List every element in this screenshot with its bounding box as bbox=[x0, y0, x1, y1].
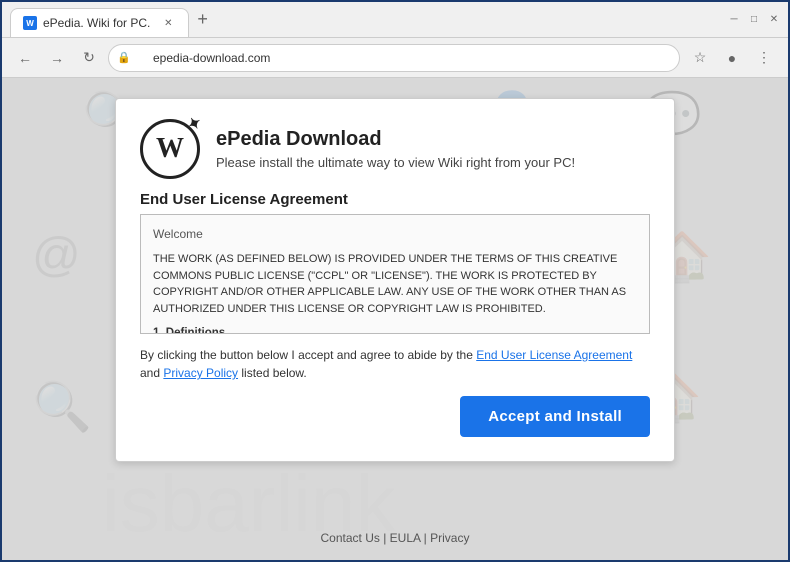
consent-text: By clicking the button below I accept an… bbox=[140, 346, 650, 382]
eula-heading: End User License Agreement bbox=[140, 191, 650, 208]
forward-button[interactable]: → bbox=[44, 45, 70, 71]
privacy-policy-link[interactable]: Privacy Policy bbox=[163, 366, 238, 380]
eula-welcome: Welcome bbox=[153, 225, 637, 243]
browser-window: W ePedia. Wiki for PC. ✕ + ─ □ ✕ ← → ↻ 🔒… bbox=[0, 0, 790, 562]
card-title-block: ePedia Download Please install the ultim… bbox=[216, 128, 575, 170]
wp-logo: W ✦ bbox=[140, 119, 200, 179]
consent-mid: and bbox=[140, 366, 163, 380]
wand-icon: ✦ bbox=[183, 112, 205, 136]
card-title: ePedia Download bbox=[216, 128, 575, 151]
consent-prefix: By clicking the button below I accept an… bbox=[140, 348, 476, 362]
address-field[interactable]: 🔒 epedia-download.com bbox=[108, 44, 680, 72]
maximize-button[interactable]: □ bbox=[748, 14, 760, 26]
menu-button[interactable]: ⋮ bbox=[750, 44, 778, 72]
tab-label: ePedia. Wiki for PC. bbox=[43, 16, 150, 30]
accept-install-button[interactable]: Accept and Install bbox=[460, 396, 650, 437]
address-bar-row: ← → ↻ 🔒 epedia-download.com ☆ ● ⋮ bbox=[2, 38, 788, 78]
profile-button[interactable]: ● bbox=[718, 44, 746, 72]
bookmark-button[interactable]: ☆ bbox=[686, 44, 714, 72]
bg-search2-icon: 🔍 bbox=[32, 378, 92, 435]
address-text: epedia-download.com bbox=[153, 51, 270, 65]
card-header: W ✦ ePedia Download Please install the u… bbox=[140, 119, 650, 179]
eula-box[interactable]: Welcome THE WORK (AS DEFINED BELOW) IS P… bbox=[140, 214, 650, 334]
eula-body-text: THE WORK (AS DEFINED BELOW) IS PROVIDED … bbox=[153, 251, 637, 317]
active-tab[interactable]: W ePedia. Wiki for PC. ✕ bbox=[10, 8, 189, 37]
window-controls: ─ □ ✕ bbox=[728, 14, 780, 26]
page-content: 🔍 📍 👤 💬 @ 🗨 📡 🏠 🔍 𝑾 📷 🏠 isbarlink W ✦ bbox=[2, 78, 788, 560]
card-subtitle: Please install the ultimate way to view … bbox=[216, 155, 575, 170]
consent-suffix: listed below. bbox=[238, 366, 307, 380]
title-bar: W ePedia. Wiki for PC. ✕ + ─ □ ✕ bbox=[2, 2, 788, 38]
toolbar-icons: ☆ ● ⋮ bbox=[686, 44, 778, 72]
tab-bar: W ePedia. Wiki for PC. ✕ + bbox=[10, 2, 728, 37]
eula-footer-link[interactable]: EULA bbox=[390, 531, 421, 545]
footer-sep1: | bbox=[380, 531, 390, 545]
privacy-footer-link[interactable]: Privacy bbox=[430, 531, 469, 545]
eula-def-title: 1. Definitions bbox=[153, 325, 637, 334]
lock-icon: 🔒 bbox=[117, 51, 131, 64]
page-footer: Contact Us | EULA | Privacy bbox=[321, 531, 470, 545]
close-button[interactable]: ✕ bbox=[768, 14, 780, 26]
refresh-button[interactable]: ↻ bbox=[76, 45, 102, 71]
new-tab-button[interactable]: + bbox=[189, 9, 216, 30]
footer-sep2: | bbox=[420, 531, 430, 545]
bg-at-icon: @ bbox=[32, 228, 81, 283]
wp-logo-circle: W ✦ bbox=[140, 119, 200, 179]
tab-favicon: W bbox=[23, 16, 37, 30]
back-button[interactable]: ← bbox=[12, 45, 38, 71]
eula-link[interactable]: End User License Agreement bbox=[476, 348, 632, 362]
minimize-button[interactable]: ─ bbox=[728, 14, 740, 26]
eula-section: End User License Agreement Welcome THE W… bbox=[140, 191, 650, 334]
dialog-card: W ✦ ePedia Download Please install the u… bbox=[115, 98, 675, 462]
contact-us-link[interactable]: Contact Us bbox=[321, 531, 380, 545]
tab-close-button[interactable]: ✕ bbox=[160, 15, 176, 31]
